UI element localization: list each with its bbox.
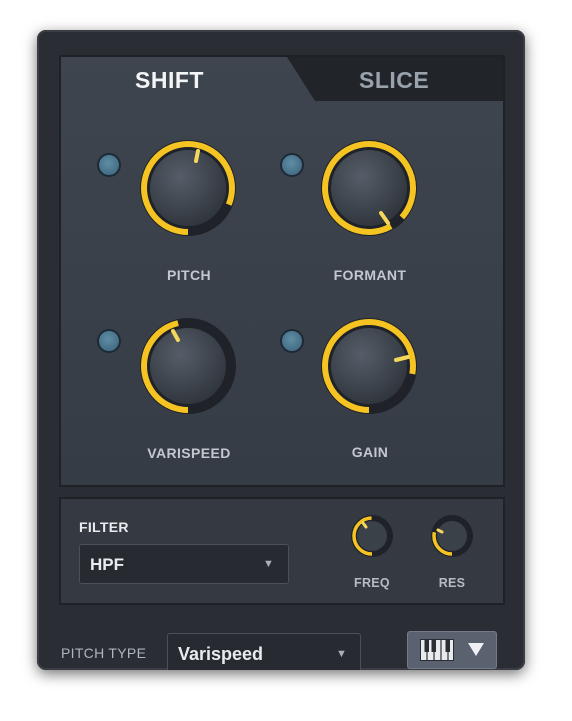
pitch-type-label: PITCH TYPE <box>61 645 147 661</box>
freq-knob[interactable] <box>350 514 394 558</box>
res-knob[interactable] <box>430 514 474 558</box>
chevron-down-icon: ▼ <box>263 558 274 570</box>
pitch-mod-indicator[interactable] <box>97 153 121 177</box>
formant-mod-indicator[interactable] <box>280 153 304 177</box>
freq-label: FREQ <box>354 576 390 590</box>
filter-type-value: HPF <box>90 555 124 574</box>
filter-title: FILTER <box>79 519 129 535</box>
gain-knob[interactable] <box>316 313 422 419</box>
chevron-down-icon <box>468 643 484 656</box>
gain-mod-indicator[interactable] <box>280 329 304 353</box>
filter-panel: FILTER HPF ▼ FREQ RES <box>59 497 505 605</box>
filter-type-dropdown[interactable]: HPF ▼ <box>79 544 289 584</box>
piano-keyboard-icon <box>420 639 454 661</box>
tab-slice[interactable]: SLICE <box>359 67 429 94</box>
gain-label: GAIN <box>351 444 389 460</box>
keyboard-button[interactable] <box>407 631 497 669</box>
formant-label: FORMANT <box>333 267 407 283</box>
res-label: RES <box>438 576 466 590</box>
plugin-window: SHIFT SLICE PITCH FORMANT VARISPEED GAIN… <box>37 30 525 670</box>
pitch-type-dropdown[interactable]: Varispeed ▼ <box>167 633 361 670</box>
chevron-down-icon: ▼ <box>336 648 347 660</box>
tab-shift[interactable]: SHIFT <box>135 67 204 94</box>
shift-panel: SHIFT SLICE PITCH FORMANT VARISPEED GAIN <box>59 55 505 487</box>
formant-knob[interactable] <box>316 135 422 241</box>
pitch-label: PITCH <box>167 267 211 283</box>
pitch-knob[interactable] <box>135 135 241 241</box>
varispeed-mod-indicator[interactable] <box>97 329 121 353</box>
varispeed-label: VARISPEED <box>147 445 231 461</box>
pitch-type-value: Varispeed <box>178 644 264 664</box>
varispeed-knob[interactable] <box>135 313 241 419</box>
